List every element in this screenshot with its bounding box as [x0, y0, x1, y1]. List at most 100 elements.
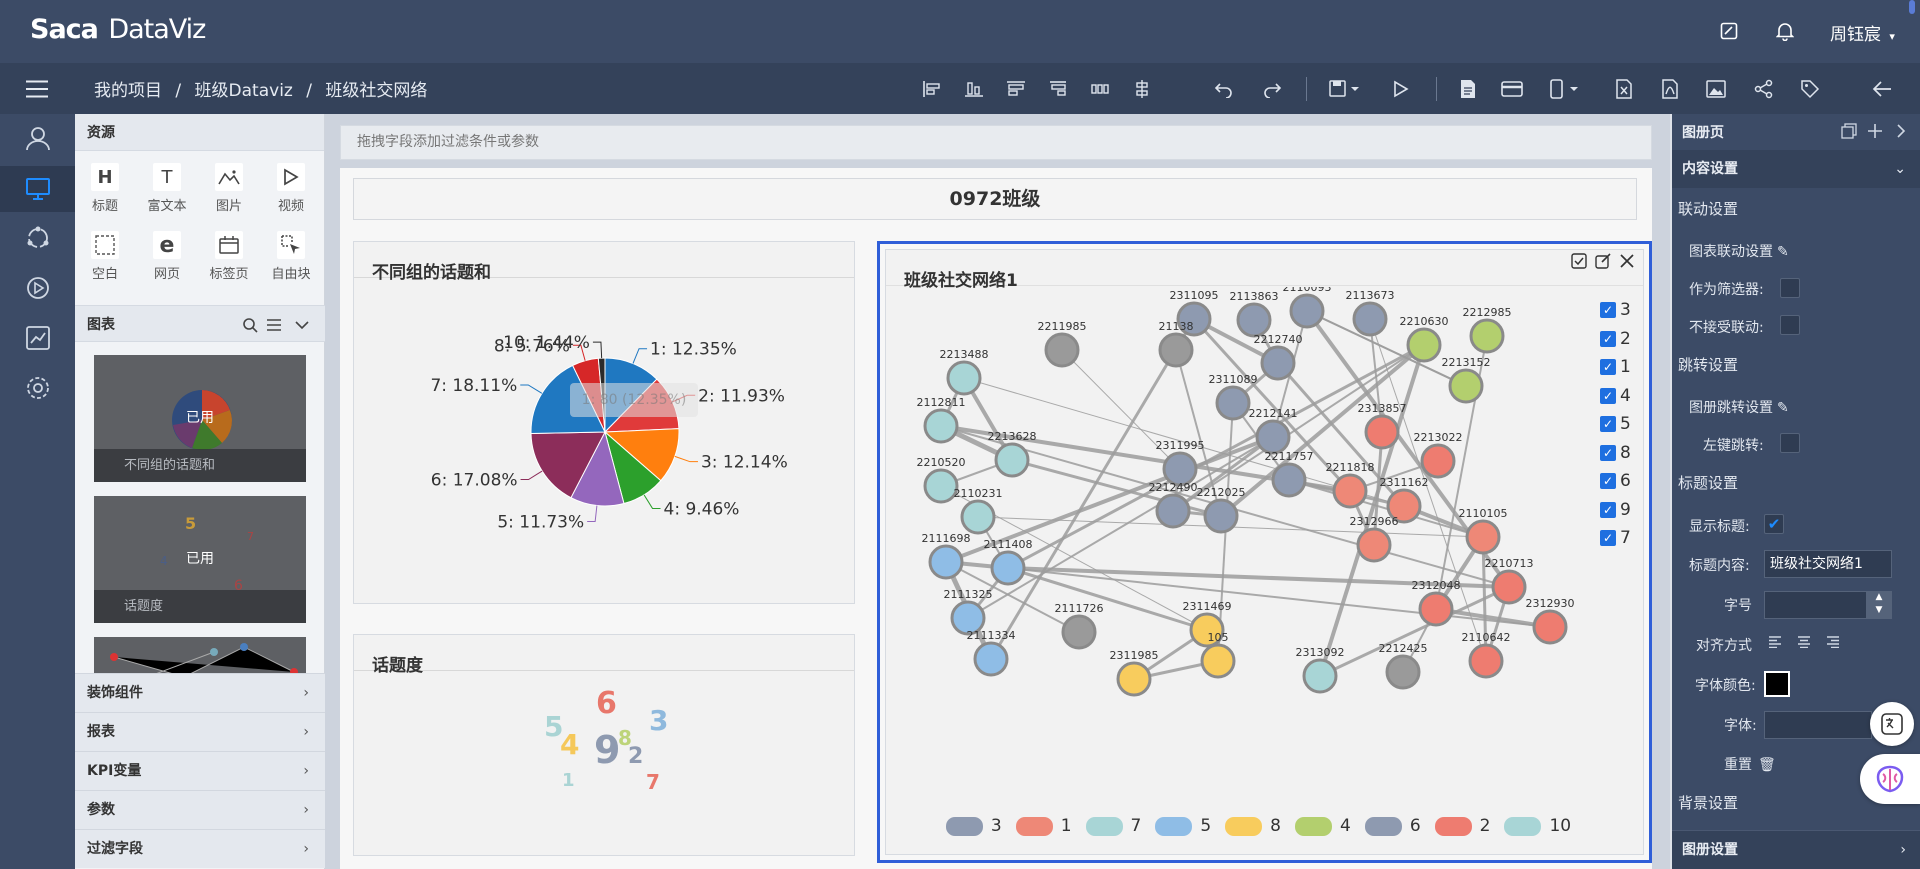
tool-free-block[interactable]: 自由块: [271, 231, 311, 282]
font-select[interactable]: [1764, 711, 1872, 739]
tool-blank[interactable]: 空白: [85, 231, 125, 282]
network-node[interactable]: [1158, 332, 1194, 368]
accordion-report[interactable]: 报表 ›: [75, 712, 325, 751]
network-node[interactable]: [1385, 654, 1421, 690]
network-node[interactable]: [1356, 527, 1392, 563]
user-menu[interactable]: 周钰宸 ▾: [1830, 20, 1895, 45]
network-node[interactable]: [1465, 519, 1501, 555]
left-click-jump-checkbox[interactable]: [1780, 433, 1800, 453]
bell-icon[interactable]: [1774, 20, 1796, 42]
network-node[interactable]: [1271, 462, 1307, 498]
font-size-input[interactable]: [1764, 591, 1872, 619]
network-node[interactable]: [994, 442, 1030, 478]
network-node[interactable]: [928, 544, 964, 580]
accordion-kpi[interactable]: KPI变量 ›: [75, 751, 325, 790]
close-icon[interactable]: [1618, 252, 1636, 270]
redo-icon[interactable]: [1260, 77, 1284, 101]
tool-image[interactable]: 图片: [209, 163, 249, 214]
app-logo[interactable]: Saca DataViz: [30, 14, 206, 45]
breadcrumb-item-project[interactable]: 我的项目: [94, 81, 162, 101]
legend-item[interactable]: 8: [1225, 816, 1281, 836]
album-jump-setting[interactable]: 图册跳转设置 ✎: [1672, 397, 1920, 417]
network-node[interactable]: [946, 360, 982, 396]
chart-thumb-wordcloud[interactable]: 5 4 7 6 已用 话题度: [94, 496, 306, 623]
confirm-check-icon[interactable]: [1570, 252, 1588, 270]
scrollbar-thumb[interactable]: [1909, 0, 1915, 14]
dashboard-screen-icon[interactable]: [22, 173, 54, 205]
group-filter-checkbox[interactable]: ✓ 5: [1600, 414, 1631, 434]
legend-item[interactable]: 2: [1434, 816, 1490, 836]
edit-window-icon[interactable]: [1718, 20, 1740, 42]
list-menu-icon[interactable]: [265, 316, 283, 334]
network-node[interactable]: [1203, 498, 1239, 534]
network-node[interactable]: [973, 641, 1009, 677]
accordion-filter-fields[interactable]: 过滤字段 ›: [75, 829, 325, 868]
play-circle-icon[interactable]: [22, 272, 54, 304]
cloud-word[interactable]: 4: [560, 728, 579, 761]
share-icon[interactable]: [1752, 77, 1776, 101]
network-node[interactable]: [1302, 658, 1338, 694]
accordion-decor[interactable]: 装饰组件 ›: [75, 673, 325, 712]
network-node[interactable]: [1215, 385, 1251, 421]
group-filter-checkbox[interactable]: ✓ 6: [1600, 471, 1631, 491]
network-panel-selection[interactable]: 班级社交网络1 2311095 2113863 2110093 2113673 2210…: [877, 241, 1652, 863]
network-node[interactable]: [1491, 569, 1527, 605]
cloud-word[interactable]: 1: [562, 770, 575, 791]
word-cloud-panel[interactable]: 话题度 635849217: [353, 634, 855, 856]
font-color-swatch[interactable]: [1764, 671, 1790, 697]
align-right-text-icon[interactable]: [1825, 634, 1841, 650]
tool-webpage[interactable]: e 网页: [147, 231, 187, 282]
network-node[interactable]: [1468, 643, 1504, 679]
legend-item[interactable]: 4: [1295, 816, 1351, 836]
accordion-params[interactable]: 参数 ›: [75, 790, 325, 829]
network-node[interactable]: [1352, 301, 1388, 337]
legend-item[interactable]: 10: [1504, 816, 1571, 836]
undo-icon[interactable]: [1212, 77, 1236, 101]
font-size-stepper[interactable]: ▲ ▼: [1866, 591, 1892, 619]
network-node[interactable]: [1044, 332, 1080, 368]
network-node[interactable]: [990, 550, 1026, 586]
network-node[interactable]: [1418, 591, 1454, 627]
group-filter-checkbox[interactable]: ✓ 7: [1600, 528, 1631, 548]
settings-gear-icon[interactable]: [22, 372, 54, 404]
translate-assistant-icon[interactable]: [1870, 702, 1914, 746]
network-node[interactable]: [923, 408, 959, 444]
network-graph[interactable]: 2311095 211386321100932113673221063022129…: [886, 287, 1645, 807]
cloud-word[interactable]: 9: [594, 728, 620, 772]
chart-linkage-setting[interactable]: 图表联动设置 ✎: [1672, 241, 1920, 261]
cloud-word[interactable]: 7: [646, 770, 660, 794]
breadcrumb-item-network[interactable]: 班级社交网络: [325, 81, 427, 101]
network-node[interactable]: [1116, 661, 1152, 697]
filter-drop-zone[interactable]: 拖拽字段添加过滤条件或参数: [340, 125, 1652, 160]
network-node[interactable]: [1469, 318, 1505, 354]
network-node[interactable]: [1406, 327, 1442, 363]
network-chart-panel[interactable]: 班级社交网络1 2311095 2113863 2110093 2113673 2210…: [885, 249, 1644, 855]
content-settings-header[interactable]: 内容设置 ⌄: [1672, 150, 1920, 188]
show-title-checkbox[interactable]: ✔: [1764, 514, 1784, 534]
legend-item[interactable]: 1: [1015, 816, 1072, 836]
tool-rich-text[interactable]: T 富文本: [147, 163, 187, 214]
no-linkage-checkbox[interactable]: [1780, 315, 1800, 335]
align-bottom-icon[interactable]: [962, 77, 986, 101]
add-page-icon[interactable]: [1866, 122, 1884, 140]
export-pdf-icon[interactable]: [1658, 77, 1682, 101]
export-excel-icon[interactable]: [1612, 77, 1636, 101]
network-node[interactable]: [1061, 614, 1097, 650]
network-node[interactable]: [1448, 368, 1484, 404]
pie-chart-panel[interactable]: 不同组的话题和 1: 12.35% 2: 11.93% 3: 12.14% 4: 9.…: [353, 241, 855, 604]
export-image-icon[interactable]: [1704, 77, 1728, 101]
legend-item[interactable]: 3: [945, 816, 1002, 836]
cloud-word[interactable]: 2: [628, 744, 643, 769]
group-filter-checkbox[interactable]: ✓ 9: [1600, 500, 1631, 520]
network-node[interactable]: [1364, 414, 1400, 450]
network-node[interactable]: [1236, 302, 1272, 338]
card-icon[interactable]: [1500, 77, 1524, 101]
tool-video[interactable]: 视频: [271, 163, 311, 214]
cloud-word[interactable]: 6: [596, 686, 617, 721]
chevron-right-icon[interactable]: [1892, 122, 1910, 140]
chart-thumb-pie[interactable]: 已用 不同组的话题和: [94, 355, 306, 482]
edit-icon[interactable]: [1594, 252, 1612, 270]
legend-item[interactable]: 5: [1155, 816, 1211, 836]
group-filter-checkbox[interactable]: ✓ 8: [1600, 443, 1631, 463]
network-node[interactable]: [960, 499, 996, 535]
